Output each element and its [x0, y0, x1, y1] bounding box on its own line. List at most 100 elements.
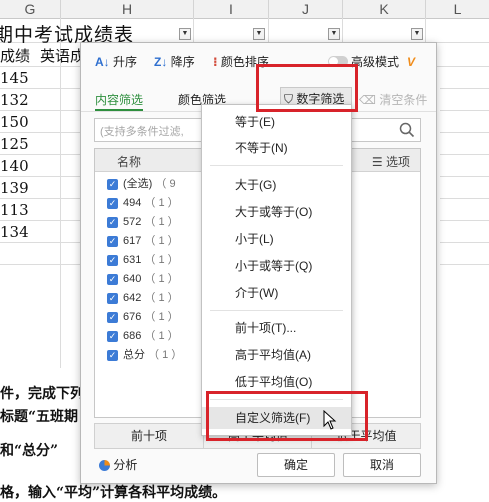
- sort-descending-label: 降序: [170, 55, 195, 69]
- checkbox-checked-icon[interactable]: ✓: [107, 235, 118, 247]
- checkbox-checked-icon[interactable]: ✓: [107, 349, 118, 361]
- checkbox-checked-icon[interactable]: ✓: [107, 311, 118, 323]
- column-label: I: [229, 1, 233, 17]
- grid-line: [440, 220, 489, 221]
- score-cell[interactable]: 113: [0, 201, 29, 219]
- menu-item-greater-than[interactable]: 大于(G): [202, 174, 351, 196]
- filter-dropdown-j[interactable]: ▼: [328, 28, 340, 40]
- score-cell[interactable]: 140: [0, 157, 29, 175]
- list-item[interactable]: ✓ 676 （ 1 ）: [107, 308, 179, 326]
- cancel-button[interactable]: 取消: [343, 453, 421, 477]
- list-item[interactable]: ✓ 总分 （ 1 ）: [107, 346, 182, 364]
- checkbox-checked-icon[interactable]: ✓: [107, 254, 118, 266]
- mouse-cursor-icon: [323, 410, 337, 430]
- header-cell[interactable]: 英语成: [40, 45, 85, 66]
- list-item-label: 686: [123, 330, 142, 342]
- score-cell[interactable]: 150: [0, 113, 29, 131]
- column-header-i[interactable]: I: [194, 0, 269, 19]
- menu-item-between[interactable]: 介于(W): [202, 282, 351, 304]
- pie-chart-icon: [99, 460, 110, 472]
- column-header-l[interactable]: L: [426, 0, 489, 19]
- document-line: 件，完成下列: [0, 386, 84, 402]
- score-cell[interactable]: 139: [0, 179, 29, 197]
- menu-item-above-average[interactable]: 高于平均值(A): [202, 344, 351, 366]
- list-item[interactable]: ✓ 572 （ 1 ）: [107, 213, 179, 231]
- score-cell[interactable]: 125: [0, 135, 29, 153]
- list-item[interactable]: ✓ 642 （ 1 ）: [107, 289, 179, 307]
- filter-dropdown-k[interactable]: ▼: [411, 28, 423, 40]
- highlight-number-filter: [256, 64, 358, 112]
- sort-descending-icon: Z↓: [154, 55, 168, 69]
- list-item-label: 640: [123, 273, 142, 285]
- menu-item-top-ten[interactable]: 前十项(T)...: [202, 317, 351, 339]
- checkbox-checked-icon[interactable]: ✓: [107, 216, 118, 228]
- column-label: G: [24, 1, 36, 17]
- menu-item-greater-or-equal[interactable]: 大于或等于(O): [202, 201, 351, 223]
- list-item[interactable]: ✓ 631 （ 1 ）: [107, 251, 179, 269]
- menu-item-equals[interactable]: 等于(E): [202, 111, 351, 133]
- menu-item-not-equals[interactable]: 不等于(N): [202, 137, 351, 159]
- grid-line: [0, 242, 80, 243]
- list-item-label: (全选): [123, 178, 153, 190]
- clear-conditions-button[interactable]: ⌫ 清空条件: [359, 91, 427, 108]
- list-item-label: 572: [123, 216, 142, 228]
- document-line: 和“总分”: [0, 443, 59, 459]
- grid-line: [0, 264, 80, 265]
- column-header-h[interactable]: H: [61, 0, 194, 19]
- list-item[interactable]: ✓ 686 （ 1 ）: [107, 327, 179, 345]
- grid-line: [0, 154, 80, 155]
- grid-line: [440, 198, 489, 199]
- menu-item-below-average[interactable]: 低于平均值(O): [202, 371, 351, 393]
- ok-button[interactable]: 确定: [257, 453, 335, 477]
- list-item[interactable]: ✓ (全选) （ 9: [107, 175, 176, 193]
- search-placeholder: (支持多条件过滤,: [100, 126, 184, 138]
- column-header-k[interactable]: K: [343, 0, 426, 19]
- list-item-count: （ 1 ）: [144, 235, 179, 247]
- sort-descending-button[interactable]: Z↓ 降序: [154, 53, 195, 71]
- list-item-label: 676: [123, 311, 142, 323]
- grid-line: [440, 110, 489, 111]
- search-icon[interactable]: [399, 122, 415, 138]
- list-item-count: （ 1 ）: [144, 216, 179, 228]
- document-line: 格，输入“平均”计算各科平均成绩。: [0, 485, 227, 501]
- filter-dropdown-i[interactable]: ▼: [253, 28, 265, 40]
- tab-content-filter[interactable]: 内容筛选: [95, 91, 143, 108]
- list-item[interactable]: ✓ 617 （ 1 ）: [107, 232, 179, 250]
- score-cell[interactable]: 132: [0, 91, 29, 109]
- analysis-label: 分析: [113, 458, 138, 472]
- number-filter-menu: 等于(E) 不等于(N) 大于(G) 大于或等于(O) 小于(L) 小于或等于(…: [201, 104, 352, 436]
- menu-separator: [210, 165, 343, 166]
- analysis-button[interactable]: 分析: [99, 456, 137, 473]
- list-item-count: （ 1 ）: [144, 311, 179, 323]
- list-item[interactable]: ✓ 494 （ 1 ）: [107, 194, 179, 212]
- column-label: H: [121, 1, 133, 17]
- list-options-button[interactable]: ☰ 选项: [372, 153, 410, 170]
- checkbox-checked-icon[interactable]: ✓: [107, 330, 118, 342]
- checkbox-checked-icon[interactable]: ✓: [107, 273, 118, 285]
- menu-item-less-than[interactable]: 小于(L): [202, 228, 351, 250]
- score-cell[interactable]: 145: [0, 69, 29, 87]
- checkbox-checked-icon[interactable]: ✓: [107, 178, 118, 190]
- list-item-count: （ 9: [155, 178, 176, 190]
- top-ten-button[interactable]: 前十项: [95, 424, 203, 448]
- sort-ascending-button[interactable]: A↓ 升序: [95, 53, 137, 71]
- menu-separator: [210, 310, 343, 311]
- list-item[interactable]: ✓ 640 （ 1 ）: [107, 270, 179, 288]
- column-label: K: [379, 1, 389, 17]
- checkbox-checked-icon[interactable]: ✓: [107, 197, 118, 209]
- list-item-label: 494: [123, 197, 142, 209]
- column-header-g[interactable]: G: [0, 0, 61, 19]
- grid-line: [440, 132, 489, 133]
- checkbox-checked-icon[interactable]: ✓: [107, 292, 118, 304]
- grid-line: [0, 88, 80, 89]
- list-item-label: 642: [123, 292, 142, 304]
- grid-line: [0, 110, 80, 111]
- score-cell[interactable]: 134: [0, 223, 29, 241]
- list-header-name: 名称: [117, 155, 142, 169]
- menu-item-less-or-equal[interactable]: 小于或等于(Q): [202, 255, 351, 277]
- filter-dropdown-h[interactable]: ▼: [179, 28, 191, 40]
- column-header-j[interactable]: J: [269, 0, 343, 19]
- list-options-label: 选项: [385, 155, 410, 169]
- header-cell[interactable]: 成绩: [0, 45, 30, 66]
- advanced-mode-label: 高级模式: [351, 55, 400, 69]
